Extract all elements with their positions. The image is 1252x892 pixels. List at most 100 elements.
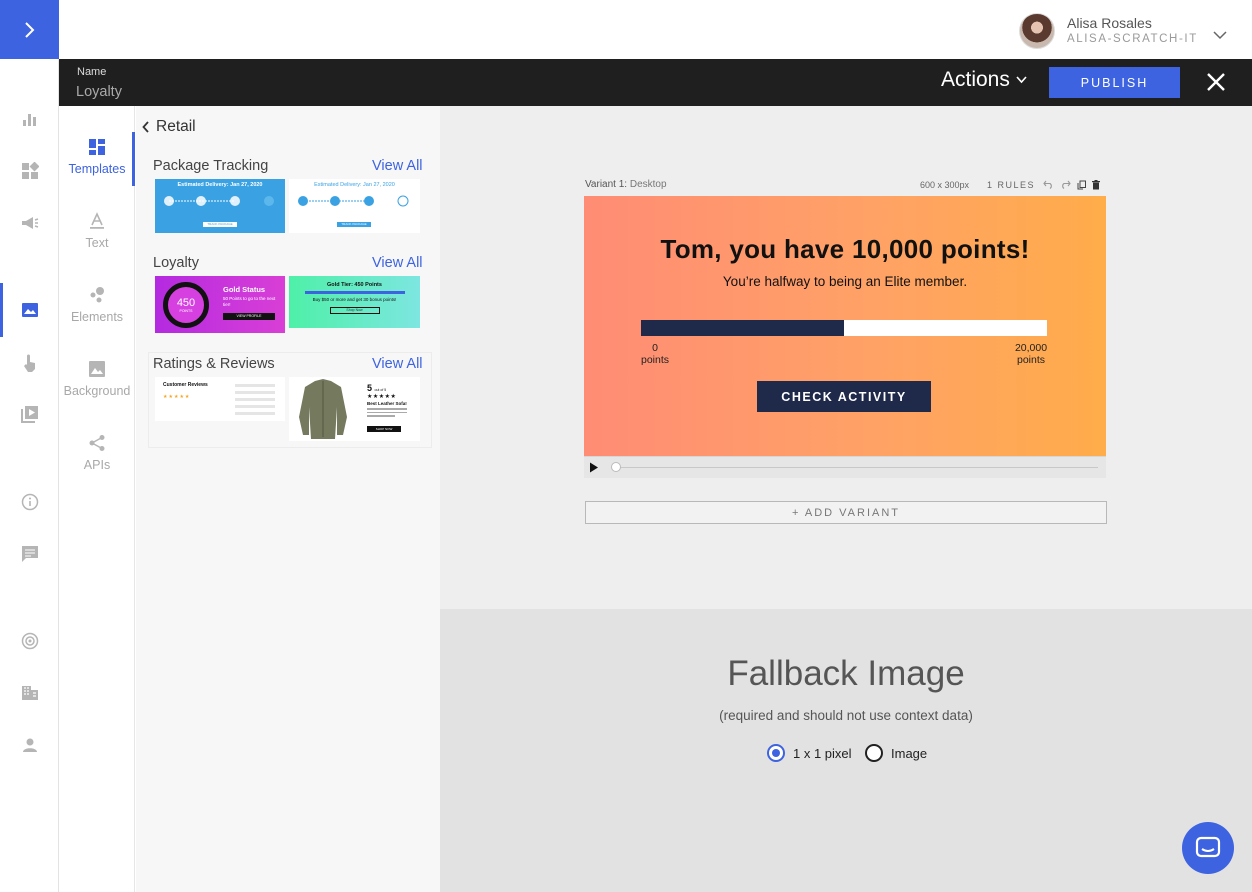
- template-thumbnail[interactable]: 5 out of 5 ★★★★★ Best Leather Sofa! SHOP…: [289, 377, 420, 441]
- play-icon[interactable]: [589, 462, 599, 473]
- publish-button[interactable]: PUBLISH: [1049, 67, 1180, 98]
- thumb-points-unit: POINTS: [179, 308, 193, 313]
- template-thumbnail[interactable]: 450 POINTS Gold Status 50 Points to go t…: [155, 276, 285, 333]
- thumb-heading: Estimated Delivery: Jan 27, 2020: [177, 182, 263, 188]
- banner-subtitle[interactable]: You’re halfway to being an Elite member.: [584, 274, 1106, 289]
- thumb-points: 450: [176, 296, 196, 309]
- radio-image[interactable]: Image: [865, 744, 927, 762]
- jacket-image: [299, 379, 347, 439]
- variant-label: Variant 1: Desktop: [585, 179, 667, 190]
- chat-launcher-button[interactable]: [1182, 822, 1234, 874]
- tool-templates[interactable]: Templates: [59, 132, 135, 198]
- close-icon[interactable]: [1203, 69, 1229, 95]
- tool-background[interactable]: Background: [59, 360, 135, 420]
- account-chevron-down-icon[interactable]: [1213, 27, 1227, 45]
- left-rail: [0, 0, 59, 892]
- thumb-progress: [304, 291, 405, 294]
- image-icon[interactable]: [0, 283, 43, 337]
- video-library-icon[interactable]: [17, 401, 43, 427]
- actions-menu[interactable]: Actions: [941, 68, 1027, 92]
- back-button[interactable]: Retail: [142, 118, 196, 136]
- view-all-link[interactable]: View All: [372, 158, 423, 174]
- avatar[interactable]: [1019, 13, 1055, 49]
- user-org: ALISA-SCRATCH-IT: [1067, 33, 1198, 45]
- name-field[interactable]: Loyalty: [76, 84, 122, 100]
- radio-unselected-icon: [865, 744, 883, 762]
- building-icon[interactable]: [17, 680, 43, 706]
- copy-icon[interactable]: [1077, 180, 1087, 190]
- radio-label: Image: [891, 745, 928, 761]
- tool-apis[interactable]: APIs: [59, 434, 135, 494]
- section-title: Loyalty: [153, 255, 199, 271]
- fallback-subtitle: (required and should not use context dat…: [719, 708, 973, 723]
- progress-min-unit: points: [640, 354, 670, 366]
- tool-label: Templates: [68, 162, 126, 176]
- variant-label-text: Variant 1:: [585, 179, 628, 190]
- thumb-button: TRACK PACKAGE: [203, 222, 237, 227]
- banner-title[interactable]: Tom, you have 10,000 points!: [584, 234, 1106, 265]
- thumb-button: VIEW PROFILE: [223, 313, 275, 320]
- trash-icon[interactable]: [1092, 180, 1101, 190]
- templates-icon: [89, 139, 105, 155]
- info-icon[interactable]: [17, 489, 43, 515]
- target-icon[interactable]: [17, 628, 43, 654]
- elements-icon: [90, 287, 104, 303]
- check-activity-button[interactable]: CHECK ACTIVITY: [757, 381, 931, 412]
- dashboard-icon[interactable]: [17, 158, 43, 184]
- variant-rules[interactable]: 1 RULES: [987, 180, 1035, 190]
- thumb-heading: Gold Status: [223, 285, 266, 294]
- progress-max-value: 20,000: [1014, 342, 1048, 354]
- timeline-track[interactable]: [616, 467, 1098, 468]
- view-all-link[interactable]: View All: [372, 255, 423, 271]
- radio-label: 1 x 1 pixel: [793, 745, 852, 761]
- progress-min-value: 0: [652, 342, 658, 354]
- variant-meta: 600 x 300px 1 RULES: [920, 180, 1101, 190]
- points-ring: 450 POINTS: [163, 282, 209, 328]
- template-thumbnail[interactable]: Estimated Delivery: Jan 27, 2020 TRACK P…: [155, 179, 285, 233]
- tracking-steps-graphic: [164, 196, 274, 206]
- section-title: Package Tracking: [153, 158, 269, 174]
- template-thumbnail[interactable]: Estimated Delivery: Jan 27, 2020 TRACK P…: [289, 179, 420, 233]
- background-icon: [89, 361, 105, 377]
- campaign-megaphone-icon[interactable]: [17, 210, 43, 236]
- add-variant-button[interactable]: + ADD VARIANT: [585, 501, 1107, 524]
- progress-max-unit: points: [1016, 354, 1046, 366]
- timeline-player: [584, 456, 1106, 478]
- redo-icon[interactable]: [1060, 180, 1071, 189]
- chevron-down-icon: [1016, 76, 1027, 84]
- thumb-button: SHOP NOW: [367, 426, 401, 432]
- thumb-heading: Gold Tier: 450 Points: [327, 282, 382, 288]
- template-thumbnail[interactable]: Customer Reviews ★★★★★: [155, 377, 285, 421]
- tool-elements[interactable]: Elements: [59, 286, 135, 346]
- chat-icon: [1195, 836, 1221, 858]
- thumb-button: TRACK PACKAGE: [337, 222, 371, 227]
- section-title: Ratings & Reviews: [153, 356, 275, 372]
- tool-label: Background: [63, 384, 131, 398]
- share-icon: [89, 435, 105, 451]
- tool-label: APIs: [83, 458, 111, 472]
- expand-menu-button[interactable]: [0, 0, 59, 59]
- tool-text[interactable]: Text: [59, 212, 135, 272]
- touch-icon[interactable]: [17, 350, 43, 376]
- analytics-icon[interactable]: [17, 106, 43, 132]
- tracking-steps-graphic: [298, 195, 409, 207]
- actions-label: Actions: [941, 68, 1010, 91]
- tool-label: Text: [85, 236, 109, 250]
- name-label: Name: [77, 66, 107, 78]
- comment-icon[interactable]: [17, 541, 43, 567]
- template-thumbnail[interactable]: Gold Tier: 450 Points Buy $50 or more an…: [289, 276, 420, 328]
- text-icon: [90, 212, 104, 229]
- radio-1x1-pixel[interactable]: 1 x 1 pixel: [767, 744, 852, 762]
- thumb-body: Buy $50 or more and get 30 bonus points!: [312, 297, 397, 302]
- undo-icon[interactable]: [1043, 180, 1054, 189]
- thumb-stars: ★★★★★: [367, 394, 397, 400]
- radio-selected-icon: [767, 744, 785, 762]
- variant-size: 600 x 300px: [920, 180, 970, 190]
- thumb-body: 50 Points to go to the next tier!: [223, 296, 276, 307]
- person-icon[interactable]: [17, 732, 43, 758]
- view-all-link[interactable]: View All: [372, 356, 423, 372]
- thumb-heading: Estimated Delivery: Jan 27, 2020: [314, 182, 395, 188]
- timeline-scrubber[interactable]: [611, 462, 621, 472]
- progress-min-label: 0 points: [636, 342, 674, 366]
- fallback-title: Fallback Image: [727, 654, 965, 693]
